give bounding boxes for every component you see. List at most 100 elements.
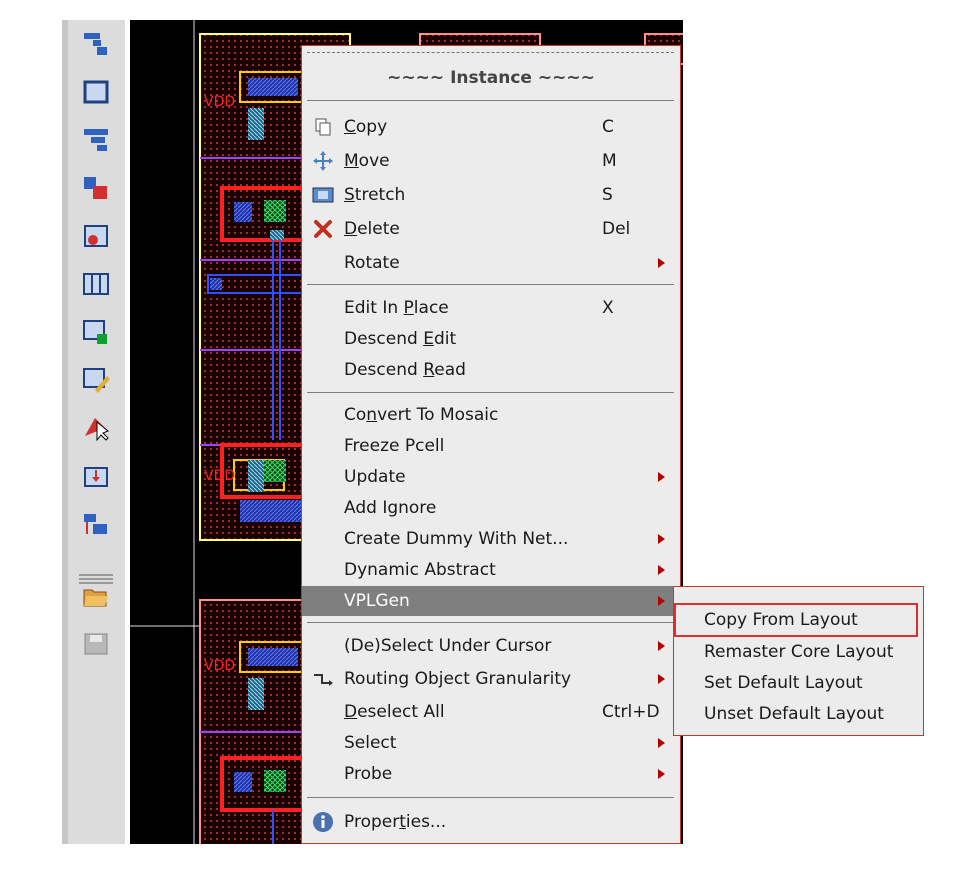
pattern-tool-button[interactable] <box>79 124 113 156</box>
tree-route-tool-button[interactable] <box>79 508 113 540</box>
submenu-arrow-icon <box>658 641 665 651</box>
menu-item-label: Dynamic Abstract <box>344 560 496 580</box>
toolbar-strip <box>62 20 68 844</box>
bounding-box-icon <box>83 80 109 104</box>
menu-item-delete[interactable]: Delete Del <box>302 214 680 244</box>
menu-item-label: Move <box>344 151 390 171</box>
menu-separator <box>307 284 674 285</box>
menu-item-vplgen[interactable]: VPLGen <box>302 586 680 616</box>
instance-chain-icon <box>84 33 107 55</box>
pencil-box-icon <box>83 368 110 393</box>
menu-item-label: (De)Select Under Cursor <box>344 636 552 656</box>
menu-item-label: Convert To Mosaic <box>344 405 499 425</box>
shortcut-label: M <box>602 151 617 171</box>
copy-icon <box>312 116 334 138</box>
move-step-icon <box>84 177 107 199</box>
menu-item-label: Freeze Pcell <box>344 436 445 456</box>
menu-separator <box>307 797 674 798</box>
instance-chain-tool-button[interactable] <box>79 28 113 60</box>
submenu-item-label: Set Default Layout <box>704 673 863 693</box>
instance-context-menu: ~~~~ Instance ~~~~ Copy C Move M Stretch S Del… <box>301 45 681 844</box>
menu-item-label: Descend Edit <box>344 329 457 349</box>
save-disk-tool-button[interactable] <box>79 628 113 660</box>
pattern-icon <box>84 129 108 151</box>
menu-item-move[interactable]: Move M <box>302 146 680 176</box>
insert-via-icon <box>84 467 108 487</box>
menu-item-label: Properties... <box>344 812 447 832</box>
bounding-box-tool-button[interactable] <box>79 76 113 108</box>
menu-separator <box>307 100 674 101</box>
menu-item-probe[interactable]: Probe <box>302 759 680 789</box>
menu-item-descend-edit[interactable]: Descend Edit <box>302 324 680 354</box>
open-folder-icon <box>83 589 108 607</box>
save-disk-icon <box>84 633 108 655</box>
menu-title: ~~~~ Instance ~~~~ <box>387 68 595 88</box>
menu-item-label: Edit In Place <box>344 298 449 318</box>
menu-item-create-dummy-with-net[interactable]: Create Dummy With Net... <box>302 524 680 554</box>
submenu-arrow-icon <box>658 534 665 544</box>
submenu-arrow-icon <box>658 596 665 606</box>
lock-cell-icon <box>83 320 107 344</box>
vplgen-submenu: Copy From Layout Remaster Core Layout Set … <box>673 586 924 736</box>
menu-item-deselect-all[interactable]: Deselect All Ctrl+D <box>302 697 680 727</box>
menu-item-descend-read[interactable]: Descend Read <box>302 355 680 385</box>
menu-separator <box>307 622 674 623</box>
submenu-arrow-icon <box>658 738 665 748</box>
menu-item-update[interactable]: Update <box>302 462 680 492</box>
menu-separator <box>307 392 674 393</box>
menu-item-edit-in-place[interactable]: Edit In Place X <box>302 293 680 323</box>
menu-item-stretch[interactable]: Stretch S <box>302 180 680 210</box>
menu-item-label: Copy <box>344 117 388 137</box>
menu-item-label: Select <box>344 733 397 753</box>
menu-item-add-ignore[interactable]: Add Ignore <box>302 493 680 523</box>
submenu-arrow-icon <box>658 565 665 575</box>
insert-via-tool-button[interactable] <box>79 460 113 492</box>
menu-item-dynamic-abstract[interactable]: Dynamic Abstract <box>302 555 680 585</box>
menu-item-de-select-under-cursor[interactable]: (De)Select Under Cursor <box>302 631 680 661</box>
menu-item-rotate[interactable]: Rotate <box>302 248 680 278</box>
move-step-tool-button[interactable] <box>79 172 113 204</box>
menu-item-label: Stretch <box>344 185 406 205</box>
submenu-arrow-icon <box>658 472 665 482</box>
menu-item-copy[interactable]: Copy C <box>302 112 680 142</box>
menu-item-label: Delete <box>344 219 400 239</box>
menu-item-convert-to-mosaic[interactable]: Convert To Mosaic <box>302 400 680 430</box>
shortcut-label: X <box>602 298 614 318</box>
edit-pin-tool-button[interactable] <box>79 220 113 252</box>
highlight-callout <box>674 603 918 637</box>
menu-item-label: Descend Read <box>344 360 466 380</box>
menu-item-properties[interactable]: Properties... <box>302 807 680 837</box>
submenu-item-unset-default-layout[interactable]: Unset Default Layout <box>674 699 923 729</box>
submenu-item-set-default-layout[interactable]: Set Default Layout <box>674 668 923 698</box>
move-icon <box>312 150 334 172</box>
submenu-arrow-icon <box>658 258 665 268</box>
select-cursor-tool-button[interactable] <box>79 412 113 444</box>
submenu-arrow-icon <box>658 674 665 684</box>
pencil-box-tool-button[interactable] <box>79 364 113 396</box>
menu-item-label: Add Ignore <box>344 498 437 518</box>
menu-item-routing-object-granularity[interactable]: Routing Object Granularity <box>302 664 680 694</box>
tree-route-icon <box>84 514 107 534</box>
menu-item-label: Probe <box>344 764 393 784</box>
submenu-item-remaster-core-layout[interactable]: Remaster Core Layout <box>674 637 923 667</box>
submenu-item-label: Remaster Core Layout <box>704 642 894 662</box>
vertical-toolbar <box>62 20 125 844</box>
select-cursor-icon <box>85 418 109 442</box>
submenu-item-label: Unset Default Layout <box>704 704 884 724</box>
svg-text:VDD: VDD <box>204 468 235 484</box>
stretch-icon <box>312 184 334 206</box>
submenu-arrow-icon <box>658 769 665 779</box>
menu-tearoff-line[interactable] <box>307 52 674 53</box>
grid-array-tool-button[interactable] <box>79 268 113 300</box>
svg-text:VDD: VDD <box>204 658 235 674</box>
menu-item-label: VPLGen <box>344 591 410 611</box>
grid-array-icon <box>83 273 109 295</box>
lock-cell-tool-button[interactable] <box>79 316 113 348</box>
menu-item-label: Create Dummy With Net... <box>344 529 569 549</box>
delete-icon <box>312 218 334 240</box>
svg-text:VDD: VDD <box>204 94 235 110</box>
info-icon <box>312 811 334 833</box>
shortcut-label: C <box>602 117 614 137</box>
menu-item-freeze-pcell[interactable]: Freeze Pcell <box>302 431 680 461</box>
menu-item-select[interactable]: Select <box>302 728 680 758</box>
